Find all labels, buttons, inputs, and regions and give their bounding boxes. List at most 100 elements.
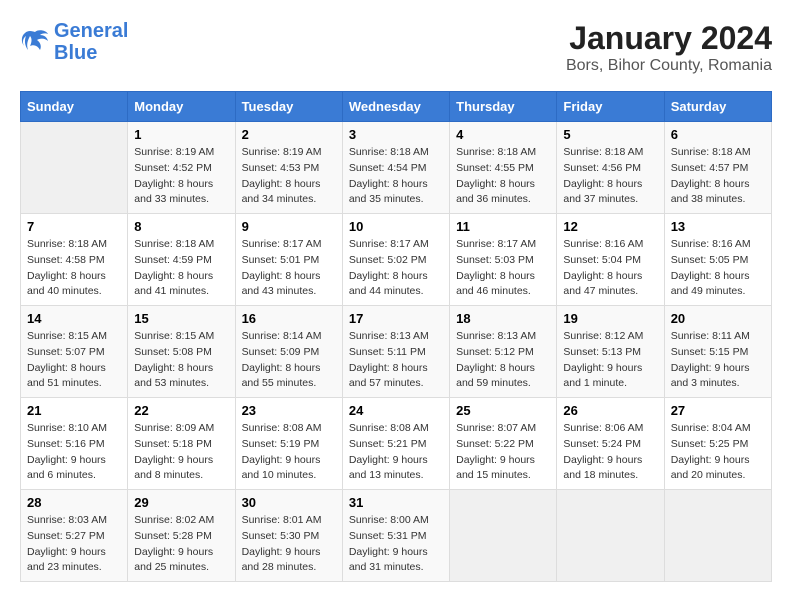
day-details: Sunrise: 8:14 AMSunset: 5:09 PMDaylight:… bbox=[242, 329, 336, 392]
day-details: Sunrise: 8:03 AMSunset: 5:27 PMDaylight:… bbox=[27, 513, 121, 576]
day-header-wednesday: Wednesday bbox=[342, 92, 449, 122]
logo-bird-icon bbox=[20, 28, 50, 56]
calendar-cell: 6Sunrise: 8:18 AMSunset: 4:57 PMDaylight… bbox=[664, 122, 771, 214]
day-header-tuesday: Tuesday bbox=[235, 92, 342, 122]
day-details: Sunrise: 8:06 AMSunset: 5:24 PMDaylight:… bbox=[563, 421, 657, 484]
day-number: 19 bbox=[563, 311, 657, 326]
calendar-cell: 28Sunrise: 8:03 AMSunset: 5:27 PMDayligh… bbox=[21, 490, 128, 582]
day-details: Sunrise: 8:11 AMSunset: 5:15 PMDaylight:… bbox=[671, 329, 765, 392]
day-number: 2 bbox=[242, 127, 336, 142]
calendar-cell: 27 Sunrise: 8:04 AMSunset: 5:25 PMDayligh… bbox=[664, 398, 771, 490]
day-number: 4 bbox=[456, 127, 550, 142]
day-number: 5 bbox=[563, 127, 657, 142]
day-details: Sunrise: 8:10 AMSunset: 5:16 PMDaylight:… bbox=[27, 421, 121, 484]
calendar-cell: 18 Sunrise: 8:13 AMSunset: 5:12 PMDayligh… bbox=[450, 306, 557, 398]
day-details: Sunrise: 8:17 AMSunset: 5:03 PMDaylight:… bbox=[456, 237, 550, 300]
day-number: 18 bbox=[456, 311, 550, 326]
day-number: 7 bbox=[27, 219, 121, 234]
calendar-cell: 20Sunrise: 8:11 AMSunset: 5:15 PMDayligh… bbox=[664, 306, 771, 398]
day-header-friday: Friday bbox=[557, 92, 664, 122]
day-number: 22 bbox=[134, 403, 228, 418]
day-number: 23 bbox=[242, 403, 336, 418]
calendar-cell: 21 Sunrise: 8:10 AMSunset: 5:16 PMDayligh… bbox=[21, 398, 128, 490]
day-number: 27 bbox=[671, 403, 765, 418]
calendar-table: SundayMondayTuesdayWednesdayThursdayFrid… bbox=[20, 91, 772, 582]
day-details: Sunrise: 8:16 AMSunset: 5:04 PMDaylight:… bbox=[563, 237, 657, 300]
day-details: Sunrise: 8:15 AMSunset: 5:07 PMDaylight:… bbox=[27, 329, 121, 392]
day-details: Sunrise: 8:19 AMSunset: 4:52 PMDaylight:… bbox=[134, 145, 228, 208]
day-details: Sunrise: 8:08 AMSunset: 5:21 PMDaylight:… bbox=[349, 421, 443, 484]
day-number: 8 bbox=[134, 219, 228, 234]
day-details: Sunrise: 8:02 AMSunset: 5:28 PMDaylight:… bbox=[134, 513, 228, 576]
day-details: Sunrise: 8:13 AMSunset: 5:12 PMDaylight:… bbox=[456, 329, 550, 392]
calendar-cell: 14 Sunrise: 8:15 AMSunset: 5:07 PMDayligh… bbox=[21, 306, 128, 398]
calendar-cell: 11 Sunrise: 8:17 AMSunset: 5:03 PMDayligh… bbox=[450, 214, 557, 306]
day-details: Sunrise: 8:07 AMSunset: 5:22 PMDaylight:… bbox=[456, 421, 550, 484]
calendar-cell bbox=[557, 490, 664, 582]
logo-text: General Blue bbox=[54, 20, 128, 64]
week-row-4: 21 Sunrise: 8:10 AMSunset: 5:16 PMDayligh… bbox=[21, 398, 772, 490]
day-number: 26 bbox=[563, 403, 657, 418]
calendar-title-block: January 2024 Bors, Bihor County, Romania bbox=[566, 20, 772, 75]
day-details: Sunrise: 8:15 AMSunset: 5:08 PMDaylight:… bbox=[134, 329, 228, 392]
day-number: 12 bbox=[563, 219, 657, 234]
calendar-cell: 22 Sunrise: 8:09 AMSunset: 5:18 PMDayligh… bbox=[128, 398, 235, 490]
calendar-cell bbox=[21, 122, 128, 214]
calendar-cell: 31 Sunrise: 8:00 AMSunset: 5:31 PMDayligh… bbox=[342, 490, 449, 582]
calendar-cell: 26 Sunrise: 8:06 AMSunset: 5:24 PMDayligh… bbox=[557, 398, 664, 490]
day-details: Sunrise: 8:18 AMSunset: 4:54 PMDaylight:… bbox=[349, 145, 443, 208]
calendar-cell: 10 Sunrise: 8:17 AMSunset: 5:02 PMDayligh… bbox=[342, 214, 449, 306]
day-number: 14 bbox=[27, 311, 121, 326]
calendar-cell bbox=[450, 490, 557, 582]
day-details: Sunrise: 8:01 AMSunset: 5:30 PMDaylight:… bbox=[242, 513, 336, 576]
day-number: 10 bbox=[349, 219, 443, 234]
day-number: 13 bbox=[671, 219, 765, 234]
calendar-cell: 12 Sunrise: 8:16 AMSunset: 5:04 PMDayligh… bbox=[557, 214, 664, 306]
logo: General Blue bbox=[20, 20, 128, 64]
day-details: Sunrise: 8:17 AMSunset: 5:02 PMDaylight:… bbox=[349, 237, 443, 300]
calendar-cell: 29Sunrise: 8:02 AMSunset: 5:28 PMDayligh… bbox=[128, 490, 235, 582]
day-details: Sunrise: 8:19 AMSunset: 4:53 PMDaylight:… bbox=[242, 145, 336, 208]
day-details: Sunrise: 8:08 AMSunset: 5:19 PMDaylight:… bbox=[242, 421, 336, 484]
day-header-sunday: Sunday bbox=[21, 92, 128, 122]
day-number: 15 bbox=[134, 311, 228, 326]
day-details: Sunrise: 8:00 AMSunset: 5:31 PMDaylight:… bbox=[349, 513, 443, 576]
calendar-cell: 8Sunrise: 8:18 AMSunset: 4:59 PMDaylight… bbox=[128, 214, 235, 306]
calendar-cell: 7Sunrise: 8:18 AMSunset: 4:58 PMDaylight… bbox=[21, 214, 128, 306]
calendar-cell bbox=[664, 490, 771, 582]
calendar-cell: 25 Sunrise: 8:07 AMSunset: 5:22 PMDayligh… bbox=[450, 398, 557, 490]
day-details: Sunrise: 8:12 AMSunset: 5:13 PMDaylight:… bbox=[563, 329, 657, 392]
day-number: 11 bbox=[456, 219, 550, 234]
day-header-thursday: Thursday bbox=[450, 92, 557, 122]
day-details: Sunrise: 8:16 AMSunset: 5:05 PMDaylight:… bbox=[671, 237, 765, 300]
day-number: 25 bbox=[456, 403, 550, 418]
day-details: Sunrise: 8:17 AMSunset: 5:01 PMDaylight:… bbox=[242, 237, 336, 300]
calendar-cell: 2 Sunrise: 8:19 AMSunset: 4:53 PMDaylight… bbox=[235, 122, 342, 214]
day-number: 17 bbox=[349, 311, 443, 326]
day-number: 31 bbox=[349, 495, 443, 510]
calendar-cell: 5Sunrise: 8:18 AMSunset: 4:56 PMDaylight… bbox=[557, 122, 664, 214]
day-number: 3 bbox=[349, 127, 443, 142]
calendar-title: January 2024 bbox=[566, 20, 772, 57]
day-number: 16 bbox=[242, 311, 336, 326]
calendar-cell: 9 Sunrise: 8:17 AMSunset: 5:01 PMDaylight… bbox=[235, 214, 342, 306]
calendar-cell: 30 Sunrise: 8:01 AMSunset: 5:30 PMDayligh… bbox=[235, 490, 342, 582]
calendar-cell: 17Sunrise: 8:13 AMSunset: 5:11 PMDayligh… bbox=[342, 306, 449, 398]
week-row-1: 1 Sunrise: 8:19 AMSunset: 4:52 PMDaylight… bbox=[21, 122, 772, 214]
day-details: Sunrise: 8:04 AMSunset: 5:25 PMDaylight:… bbox=[671, 421, 765, 484]
calendar-cell: 24Sunrise: 8:08 AMSunset: 5:21 PMDayligh… bbox=[342, 398, 449, 490]
calendar-cell: 15 Sunrise: 8:15 AMSunset: 5:08 PMDayligh… bbox=[128, 306, 235, 398]
calendar-cell: 13 Sunrise: 8:16 AMSunset: 5:05 PMDayligh… bbox=[664, 214, 771, 306]
day-header-saturday: Saturday bbox=[664, 92, 771, 122]
day-number: 21 bbox=[27, 403, 121, 418]
day-number: 30 bbox=[242, 495, 336, 510]
day-details: Sunrise: 8:18 AMSunset: 4:55 PMDaylight:… bbox=[456, 145, 550, 208]
calendar-cell: 16 Sunrise: 8:14 AMSunset: 5:09 PMDayligh… bbox=[235, 306, 342, 398]
day-number: 9 bbox=[242, 219, 336, 234]
day-number: 1 bbox=[134, 127, 228, 142]
calendar-cell: 4 Sunrise: 8:18 AMSunset: 4:55 PMDaylight… bbox=[450, 122, 557, 214]
calendar-subtitle: Bors, Bihor County, Romania bbox=[566, 57, 772, 75]
day-details: Sunrise: 8:09 AMSunset: 5:18 PMDaylight:… bbox=[134, 421, 228, 484]
week-row-2: 7Sunrise: 8:18 AMSunset: 4:58 PMDaylight… bbox=[21, 214, 772, 306]
calendar-cell: 23 Sunrise: 8:08 AMSunset: 5:19 PMDayligh… bbox=[235, 398, 342, 490]
